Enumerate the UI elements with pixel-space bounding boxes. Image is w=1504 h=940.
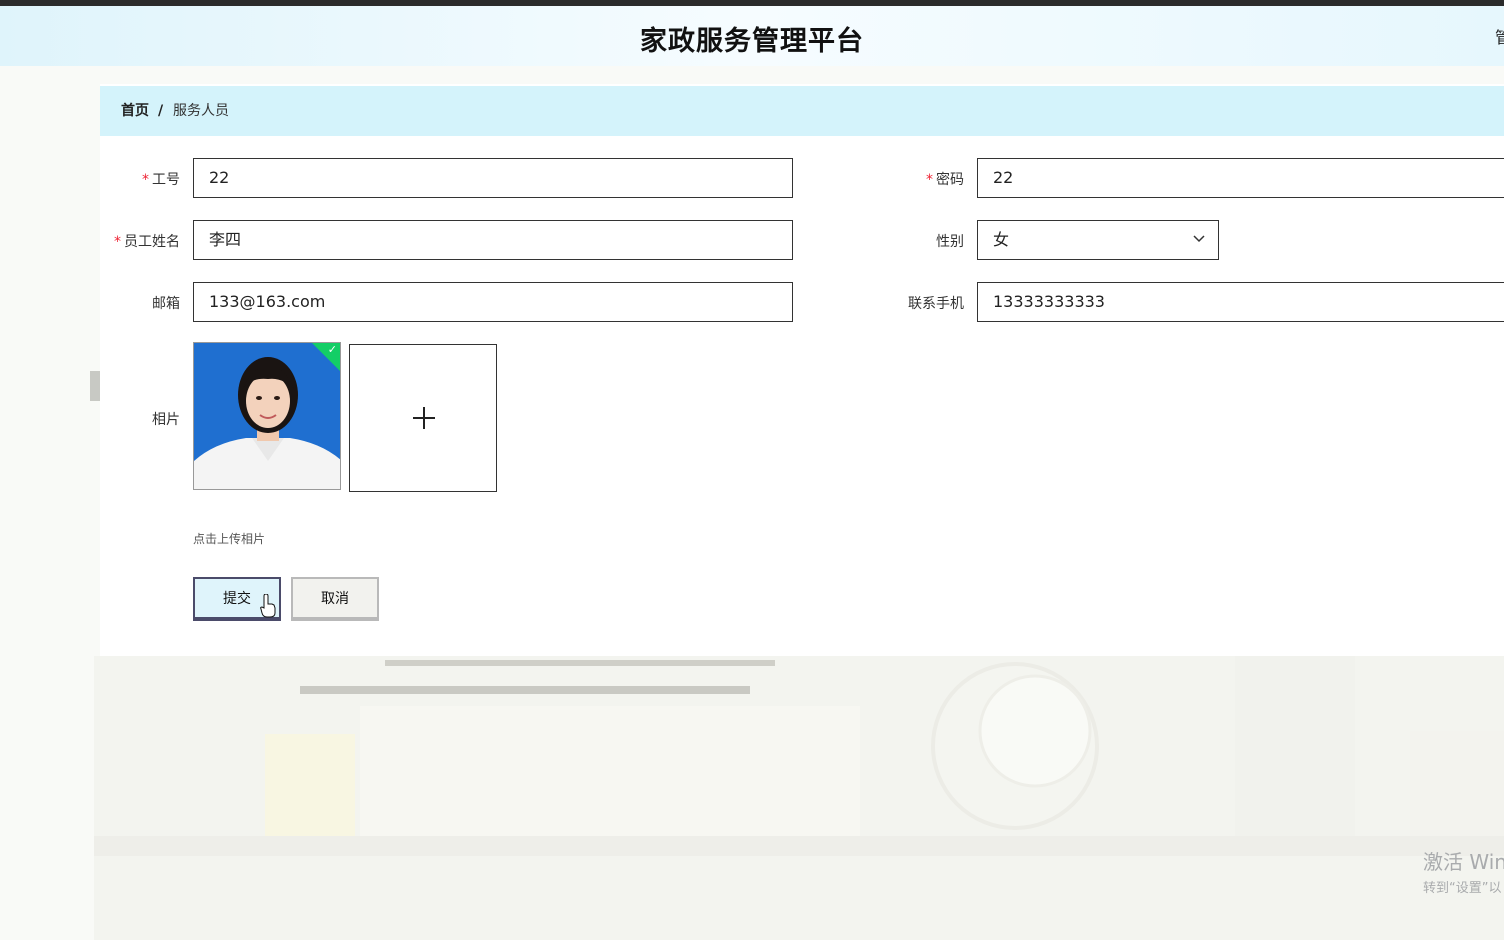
gender-select[interactable]: 女 (977, 220, 1219, 260)
password-label: * 密码 (926, 172, 964, 188)
email-label: 邮箱 (152, 296, 180, 312)
job-no-input[interactable]: 22 (193, 158, 793, 198)
required-mark: * (142, 172, 149, 188)
user-menu-label[interactable]: 管 (1495, 24, 1504, 48)
photo-label: 相片 (152, 412, 180, 428)
hand-cursor-icon (260, 594, 276, 618)
breadcrumb-separator: / (158, 103, 164, 119)
breadcrumb-home[interactable]: 首页 (121, 86, 149, 136)
job-no-label: * 工号 (142, 172, 180, 188)
gender-select-value: 女 (993, 230, 1010, 249)
phone-label: 联系手机 (908, 296, 964, 312)
form-panel: 首页 / 服务人员 * 工号 22 * 密码 22 * 员工姓名 李四 性别 女 邮箱… (100, 84, 1504, 656)
required-mark: * (926, 172, 933, 188)
password-input[interactable]: 22 (977, 158, 1504, 198)
name-input[interactable]: 李四 (193, 220, 793, 260)
app-title: 家政服务管理平台 (640, 26, 864, 57)
watermark-line-2: 转到“设置”以 (1423, 881, 1502, 896)
phone-input[interactable]: 13333333333 (977, 282, 1504, 322)
cancel-button[interactable]: 取消 (291, 577, 379, 621)
gender-label: 性别 (936, 234, 964, 250)
breadcrumb-current: 服务人员 (173, 103, 229, 119)
activation-watermark: 激活 Win 转到“设置”以 (1423, 846, 1504, 896)
required-mark: * (114, 234, 121, 250)
uploaded-photo[interactable]: ✓ (193, 342, 341, 490)
photo-upload-button[interactable] (349, 344, 497, 492)
app-header: 家政服务管理平台 管 (0, 6, 1504, 66)
watermark-line-1: 激活 Win (1423, 850, 1504, 874)
upload-hint: 点击上传相片 (193, 532, 266, 546)
chevron-down-icon (1192, 221, 1206, 273)
name-label: * 员工姓名 (114, 234, 180, 250)
email-input[interactable]: 133@163.com (193, 282, 793, 322)
breadcrumb: 首页 / 服务人员 (100, 86, 1504, 136)
check-icon: ✓ (327, 343, 337, 356)
